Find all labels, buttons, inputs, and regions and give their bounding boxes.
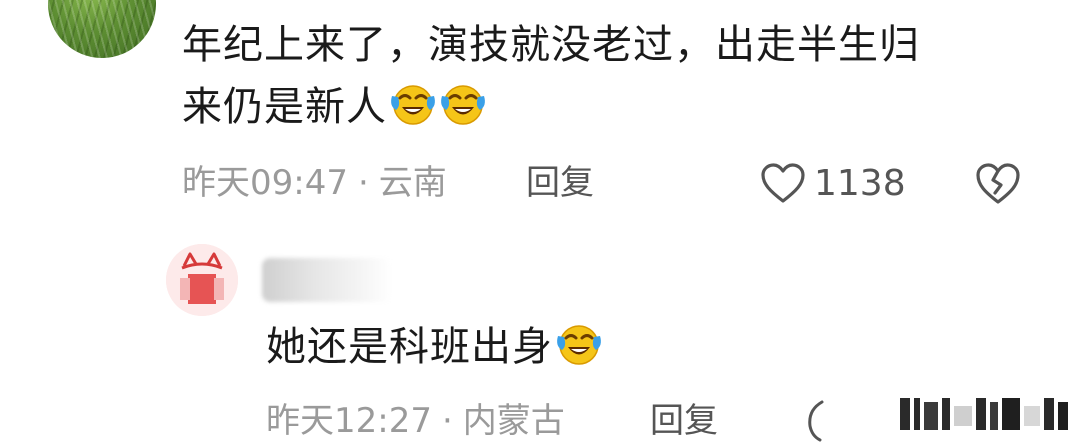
cat-avatar-icon [166, 244, 238, 316]
laughing-crying-emoji-icon [391, 85, 435, 125]
heart-icon [761, 163, 805, 203]
commenter-avatar[interactable] [48, 0, 156, 58]
comment-meta: 昨天09:47 · 云南 [182, 158, 447, 208]
comment-location: 云南 [378, 163, 447, 203]
reply-body: 她还是科班出身 [266, 316, 603, 378]
laughing-crying-emoji-icon [441, 85, 485, 125]
replier-username-blurred[interactable] [262, 258, 392, 302]
reply-timestamp: 昨天12:27 [266, 401, 432, 441]
watermark-logo [900, 398, 1068, 430]
reply-button-2[interactable]: 回复 [650, 396, 718, 442]
broken-heart-icon[interactable] [974, 160, 1022, 206]
comment-timestamp: 昨天09:47 [182, 163, 348, 203]
comment-text-line2: 来仍是新人 [182, 84, 387, 130]
comment-text-line1: 年纪上来了，演技就没老过，出走半生归 [182, 22, 920, 68]
reply-meta: 昨天12:27 · 内蒙古 [266, 396, 565, 442]
reply-location: 内蒙古 [462, 401, 565, 441]
comment-thread: 年纪上来了，演技就没老过，出走半生归 来仍是新人 昨天09:47 · 云南 回复 1… [0, 0, 1080, 442]
replier-avatar[interactable] [166, 244, 238, 316]
like-button[interactable]: 1138 [760, 158, 906, 208]
avatar-image [48, 0, 156, 58]
meta-separator: · [357, 163, 369, 203]
like-count: 1138 [814, 162, 906, 204]
laughing-crying-emoji-icon [557, 325, 601, 365]
heart-icon-partial[interactable] [800, 398, 830, 442]
meta-separator: · [441, 401, 453, 441]
reply-button[interactable]: 回复 [526, 158, 594, 208]
reply-text: 她还是科班出身 [266, 324, 553, 370]
comment-body: 年纪上来了，演技就没老过，出走半生归 来仍是新人 [182, 14, 1022, 138]
